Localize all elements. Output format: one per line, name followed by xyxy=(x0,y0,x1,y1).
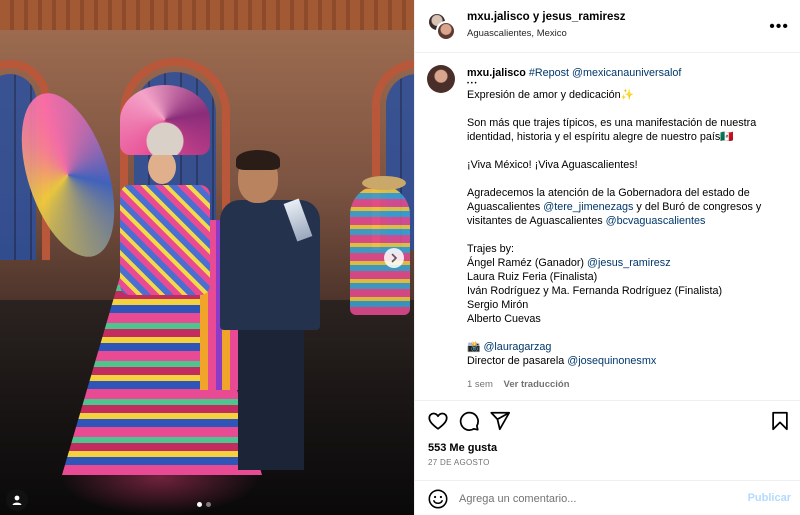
caption-line: Sergio Mirón xyxy=(467,299,529,311)
caption-line: Laura Ruiz Feria (Finalista) xyxy=(467,271,598,283)
carousel-next-button[interactable] xyxy=(384,248,404,268)
photo-man-hair xyxy=(236,150,280,170)
photo-background-hat xyxy=(362,176,406,190)
action-bar xyxy=(415,400,800,440)
post-date[interactable]: 27 DE AGOSTO xyxy=(428,458,490,467)
photo-dancer-face xyxy=(148,150,176,184)
mention-link[interactable]: @jesus_ramiresz xyxy=(587,257,671,269)
collab-avatars[interactable] xyxy=(427,12,457,42)
photo-roof-tiles xyxy=(0,0,414,30)
header-usernames[interactable]: mxu.jalisco y jesus_ramiresz xyxy=(467,11,626,23)
heart-icon xyxy=(428,412,448,430)
emoji-icon xyxy=(428,489,448,509)
emoji-picker-button[interactable] xyxy=(427,488,449,510)
caption-dots: • • • xyxy=(467,81,477,87)
post-caption: mxu.jalisco #Repost @mexicanauniversalof… xyxy=(467,66,785,368)
comment-input[interactable] xyxy=(459,489,729,509)
post-age[interactable]: 1 sem xyxy=(467,379,493,390)
caption-meta: 1 sem Ver traducción xyxy=(467,379,570,390)
mention-link[interactable]: @bcvaguascalientes xyxy=(606,215,706,227)
carousel-dot-active xyxy=(197,502,202,507)
post-photo[interactable] xyxy=(0,0,414,515)
photo-man-legs xyxy=(238,320,304,470)
mexico-flag-emoji: 🇲🇽 xyxy=(720,131,734,143)
mention-link[interactable]: @mexicanauniversalof xyxy=(572,67,681,79)
like-count[interactable]: 553 Me gusta xyxy=(428,442,497,454)
mention-link[interactable]: @josequinonesmx xyxy=(567,355,656,367)
tagged-users-button[interactable] xyxy=(6,489,28,511)
like-button[interactable] xyxy=(427,410,449,432)
save-button[interactable] xyxy=(769,410,791,432)
more-horizontal-icon: ••• xyxy=(769,18,789,35)
publish-comment-button[interactable]: Publicar xyxy=(748,492,791,504)
chevron-right-icon xyxy=(391,253,398,263)
see-translation-button[interactable]: Ver traducción xyxy=(504,379,570,390)
header-location[interactable]: Aguascalientes, Mexico xyxy=(467,28,567,39)
comment-button[interactable] xyxy=(458,410,480,432)
carousel-dot xyxy=(206,502,211,507)
share-icon xyxy=(490,411,511,431)
more-options-button[interactable]: ••• xyxy=(769,18,789,36)
mention-link[interactable]: @lauragarzag xyxy=(483,341,551,353)
comment-icon xyxy=(459,411,479,431)
caption-line: Alberto Cuevas xyxy=(467,313,541,325)
caption-line: Expresión de amor y dedicación xyxy=(467,89,621,101)
hashtag-link[interactable]: #Repost xyxy=(529,67,569,79)
avatar xyxy=(436,21,456,41)
bookmark-icon xyxy=(772,411,788,431)
caption-paragraph: Son más que trajes típicos, es una manif… xyxy=(467,117,757,143)
post-side-panel: mxu.jalisco y jesus_ramiresz Aguascalien… xyxy=(414,0,800,515)
camera-emoji: 📸 xyxy=(467,341,481,353)
mention-link[interactable]: @tere_jimenezags xyxy=(543,201,633,213)
post-header: mxu.jalisco y jesus_ramiresz Aguascalien… xyxy=(415,0,800,53)
user-tag-icon xyxy=(12,495,22,505)
caption-line: Iván Rodríguez y Ma. Fernanda Rodríguez … xyxy=(467,285,723,297)
photo-dancer-headdress xyxy=(120,85,210,155)
carousel-indicator xyxy=(197,502,211,507)
photo-dancer-bodice xyxy=(120,185,210,295)
caption-line: Director de pasarela xyxy=(467,355,565,367)
caption-paragraph: ¡Viva México! ¡Viva Aguascalientes! xyxy=(467,159,638,171)
caption-scroll-area[interactable]: mxu.jalisco #Repost @mexicanauniversalof… xyxy=(415,53,800,400)
caption-line: Ángel Raméz (Ganador) xyxy=(467,257,585,269)
caption-username[interactable]: mxu.jalisco xyxy=(467,67,526,79)
sparkles-emoji: ✨ xyxy=(620,89,635,101)
caption-line: Trajes by: xyxy=(467,243,514,255)
comment-bar: Publicar xyxy=(415,480,800,515)
avatar[interactable] xyxy=(427,65,455,93)
share-button[interactable] xyxy=(489,410,511,432)
